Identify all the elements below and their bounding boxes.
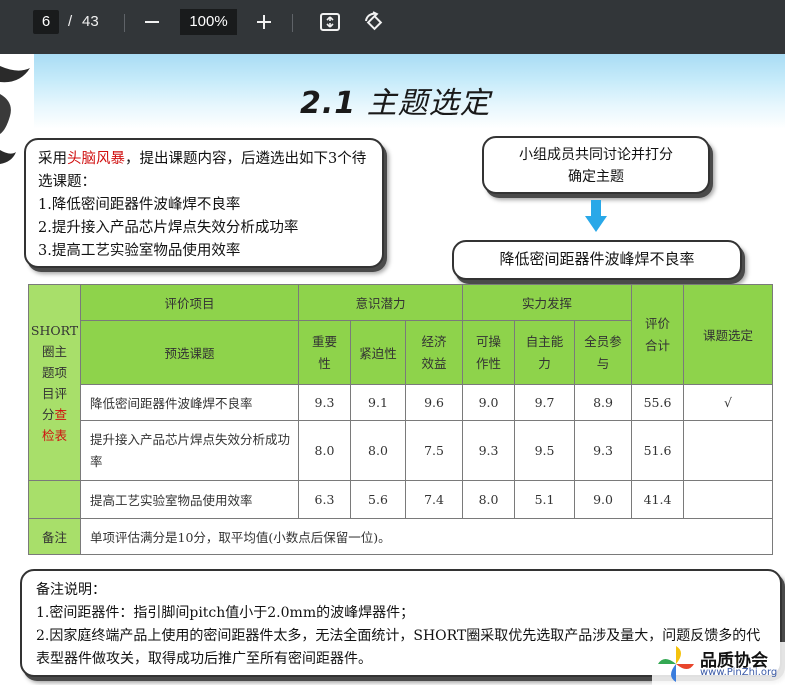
side-label-line: SHORT <box>30 322 79 338</box>
score-cell: 9.0 <box>574 480 633 519</box>
fit-to-page-button[interactable] <box>316 8 344 36</box>
topic-cell: 降低密间距器件波峰焊不良率 <box>80 384 299 421</box>
table-row: 降低密间距器件波峰焊不良率 9.3 9.1 9.6 9.0 9.7 8.9 55… <box>29 384 774 421</box>
score-cell: 9.0 <box>462 384 516 421</box>
notes-line-1: 1.密间距器件：指引脚间pitch值小于2.0mm的波峰焊器件； <box>36 605 415 621</box>
remark-text: 单项评估满分是10分，取平均值(小数点后保留一位)。 <box>79 518 774 555</box>
score-cell: 7.4 <box>404 480 464 519</box>
header-row-1: SHORT 圈主 题项 目评 分查 检表 评价项目 意识潜力 实力发挥 评价 合… <box>28 284 774 481</box>
score-cell: 9.3 <box>462 420 516 481</box>
slide-title: 2.1 主题选定 <box>300 78 491 122</box>
table-row: 提高工艺实验室物品使用效率 6.3 5.6 7.4 8.0 5.1 9.0 41… <box>28 480 774 519</box>
score-cell: 9.6 <box>404 384 464 421</box>
watermark-url: www.PinZhi.org <box>700 667 778 678</box>
score-cell: 8.0 <box>462 480 516 519</box>
side-label-line: 题项 <box>41 364 67 380</box>
selected-checkmark: √ <box>683 384 774 421</box>
pdf-toolbar: 6 / 43 100% <box>0 0 785 54</box>
fit-page-icon <box>320 13 340 31</box>
header-selection: 课题选定 <box>683 284 774 385</box>
side-label-line: 目评 <box>41 385 67 401</box>
zoom-in-button[interactable] <box>250 8 278 36</box>
intro-prefix: 采用 <box>38 151 67 167</box>
minus-icon <box>145 21 159 23</box>
score-cell: 5.1 <box>514 480 576 519</box>
title-text: 主题选定 <box>366 86 491 121</box>
score-cell: 6.3 <box>298 480 351 519</box>
page-separator: / <box>68 13 73 30</box>
candidate-topic-3: 3.提高工艺实验室物品使用效率 <box>38 243 241 259</box>
candidate-topic-2: 2.提升接入产品芯片焊点失效分析成功率 <box>38 220 299 236</box>
total-cell: 41.4 <box>631 480 685 519</box>
evaluation-table: SHORT 圈主 题项 目评 分查 检表 评价项目 意识潜力 实力发挥 评价 合… <box>28 284 774 555</box>
toolbar-divider <box>124 14 125 32</box>
selected-cell <box>683 420 774 481</box>
table-side-label: SHORT 圈主 题项 目评 分查 检表 <box>28 284 81 481</box>
intro-box: 采用头脑风暴，提出课题内容，后遴选出如下3个待选课题： 1.降低密间距器件波峰焊… <box>24 138 384 268</box>
side-label-continuation <box>28 480 81 519</box>
score-cell: 9.7 <box>514 384 576 421</box>
intro-lead: 采用头脑风暴，提出课题内容，后遴选出如下3个待选课题： <box>38 148 370 194</box>
pdf-page: 2.1 主题选定 采用头脑风暴，提出课题内容，后遴选出如下3个待选课题： 1.降… <box>0 54 785 685</box>
pinwheel-logo-icon <box>658 646 694 682</box>
remark-row: 备注 单项评估满分是10分，取平均值(小数点后保留一位)。 <box>28 518 774 555</box>
score-cell: 8.9 <box>574 384 633 421</box>
intro-highlight: 头脑风暴 <box>67 151 125 167</box>
score-cell: 5.6 <box>350 480 406 519</box>
plus-icon <box>257 15 271 29</box>
score-cell: 7.5 <box>404 420 464 481</box>
header-urgency: 紧迫性 <box>350 320 406 385</box>
header-ability: 实力发挥 <box>462 284 633 321</box>
score-cell: 9.3 <box>298 384 351 421</box>
group-decision-line-2: 确定主题 <box>568 169 624 185</box>
topic-cell: 提高工艺实验室物品使用效率 <box>80 480 299 519</box>
score-cell: 8.0 <box>298 420 351 481</box>
selected-topic-box: 降低密间距器件波峰焊不良率 <box>452 240 742 280</box>
score-cell: 9.1 <box>350 384 406 421</box>
score-cell: 9.5 <box>514 420 576 481</box>
total-cell: 51.6 <box>631 420 685 481</box>
header-topic: 预选课题 <box>80 320 299 385</box>
notes-title: 备注说明： <box>36 582 106 598</box>
score-cell: 9.3 <box>574 420 633 481</box>
rotate-icon <box>365 11 383 31</box>
toolbar-divider <box>292 14 293 32</box>
group-decision-box: 小组成员共同讨论并打分 确定主题 <box>482 136 710 194</box>
header-eval-item: 评价项目 <box>80 284 299 321</box>
title-number: 2.1 <box>300 86 357 121</box>
total-pages: 43 <box>82 13 99 30</box>
header-importance: 重要 性 <box>298 320 351 385</box>
header-economic-benefit: 经济 效益 <box>404 320 464 385</box>
rotate-button[interactable] <box>360 8 388 36</box>
zoom-level-input[interactable]: 100% <box>180 9 237 35</box>
total-cell: 55.6 <box>631 384 685 421</box>
arrow-down-icon <box>585 200 607 232</box>
group-decision-line-1: 小组成员共同讨论并打分 <box>519 147 673 163</box>
side-label-line: 圈主 <box>41 343 67 359</box>
header-participation: 全员参 与 <box>574 320 633 385</box>
header-autonomy: 自主能 力 <box>514 320 576 385</box>
topic-cell: 提升接入产品芯片焊点失效分析成功率 <box>80 420 299 481</box>
header-awareness: 意识潜力 <box>297 284 464 321</box>
page-number-input[interactable]: 6 <box>33 10 59 34</box>
table-row: 提升接入产品芯片焊点失效分析成功率 8.0 8.0 7.5 9.3 9.5 9.… <box>29 420 774 481</box>
header-total: 评价 合计 <box>631 284 685 385</box>
remark-label: 备注 <box>28 518 81 555</box>
zoom-out-button[interactable] <box>138 8 166 36</box>
watermark-logo: 品质协会 www.PinZhi.org <box>652 642 785 685</box>
score-cell: 8.0 <box>350 420 406 481</box>
header-operability: 可操 作性 <box>462 320 516 385</box>
side-label-line: 分 <box>41 406 55 422</box>
selected-cell <box>683 480 774 519</box>
candidate-topic-1: 1.降低密间距器件波峰焊不良率 <box>38 197 241 213</box>
